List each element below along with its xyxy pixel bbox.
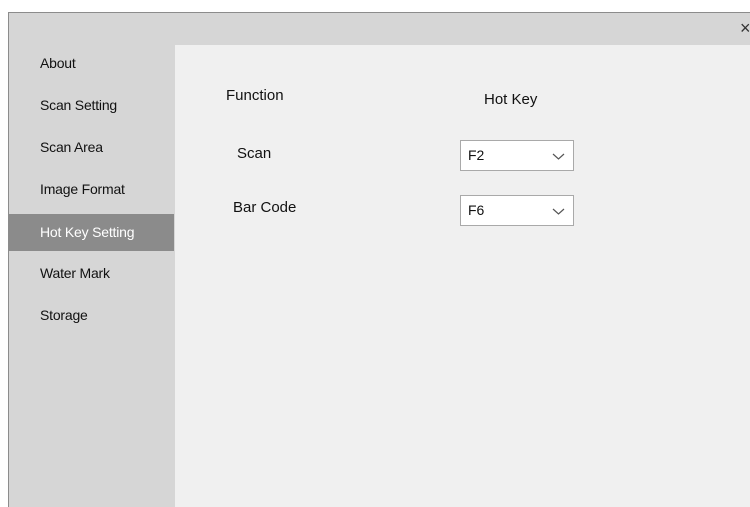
- sidebar-item-about[interactable]: About: [9, 45, 174, 87]
- chevron-down-icon: [552, 208, 565, 215]
- sidebar-item-scan-area[interactable]: Scan Area: [9, 129, 174, 171]
- sidebar: About Scan Setting Scan Area Image Forma…: [9, 45, 174, 339]
- function-label-scan: Scan: [237, 145, 272, 162]
- scan-hotkey-value: F2: [468, 147, 485, 163]
- sidebar-item-storage[interactable]: Storage: [9, 297, 174, 339]
- close-icon[interactable]: ×: [740, 19, 750, 37]
- chevron-down-icon: [552, 153, 565, 160]
- scan-hotkey-select[interactable]: F2: [460, 140, 574, 171]
- bar-code-hotkey-value: F6: [468, 202, 485, 218]
- bar-code-hotkey-select[interactable]: F6: [460, 195, 574, 226]
- column-header-hot-key: Hot Key: [484, 91, 538, 108]
- sidebar-item-water-mark[interactable]: Water Mark: [9, 255, 174, 297]
- sidebar-item-scan-setting[interactable]: Scan Setting: [9, 87, 174, 129]
- function-label-bar-code: Bar Code: [233, 199, 297, 216]
- hotkey-panel: Function Hot Key Scan F2 Bar Code F6: [175, 45, 750, 507]
- sidebar-item-hot-key-setting[interactable]: Hot Key Setting: [9, 214, 174, 251]
- settings-window: × About Scan Setting Scan Area Image For…: [8, 12, 750, 507]
- column-header-function: Function: [226, 87, 284, 104]
- sidebar-item-image-format[interactable]: Image Format: [9, 171, 174, 213]
